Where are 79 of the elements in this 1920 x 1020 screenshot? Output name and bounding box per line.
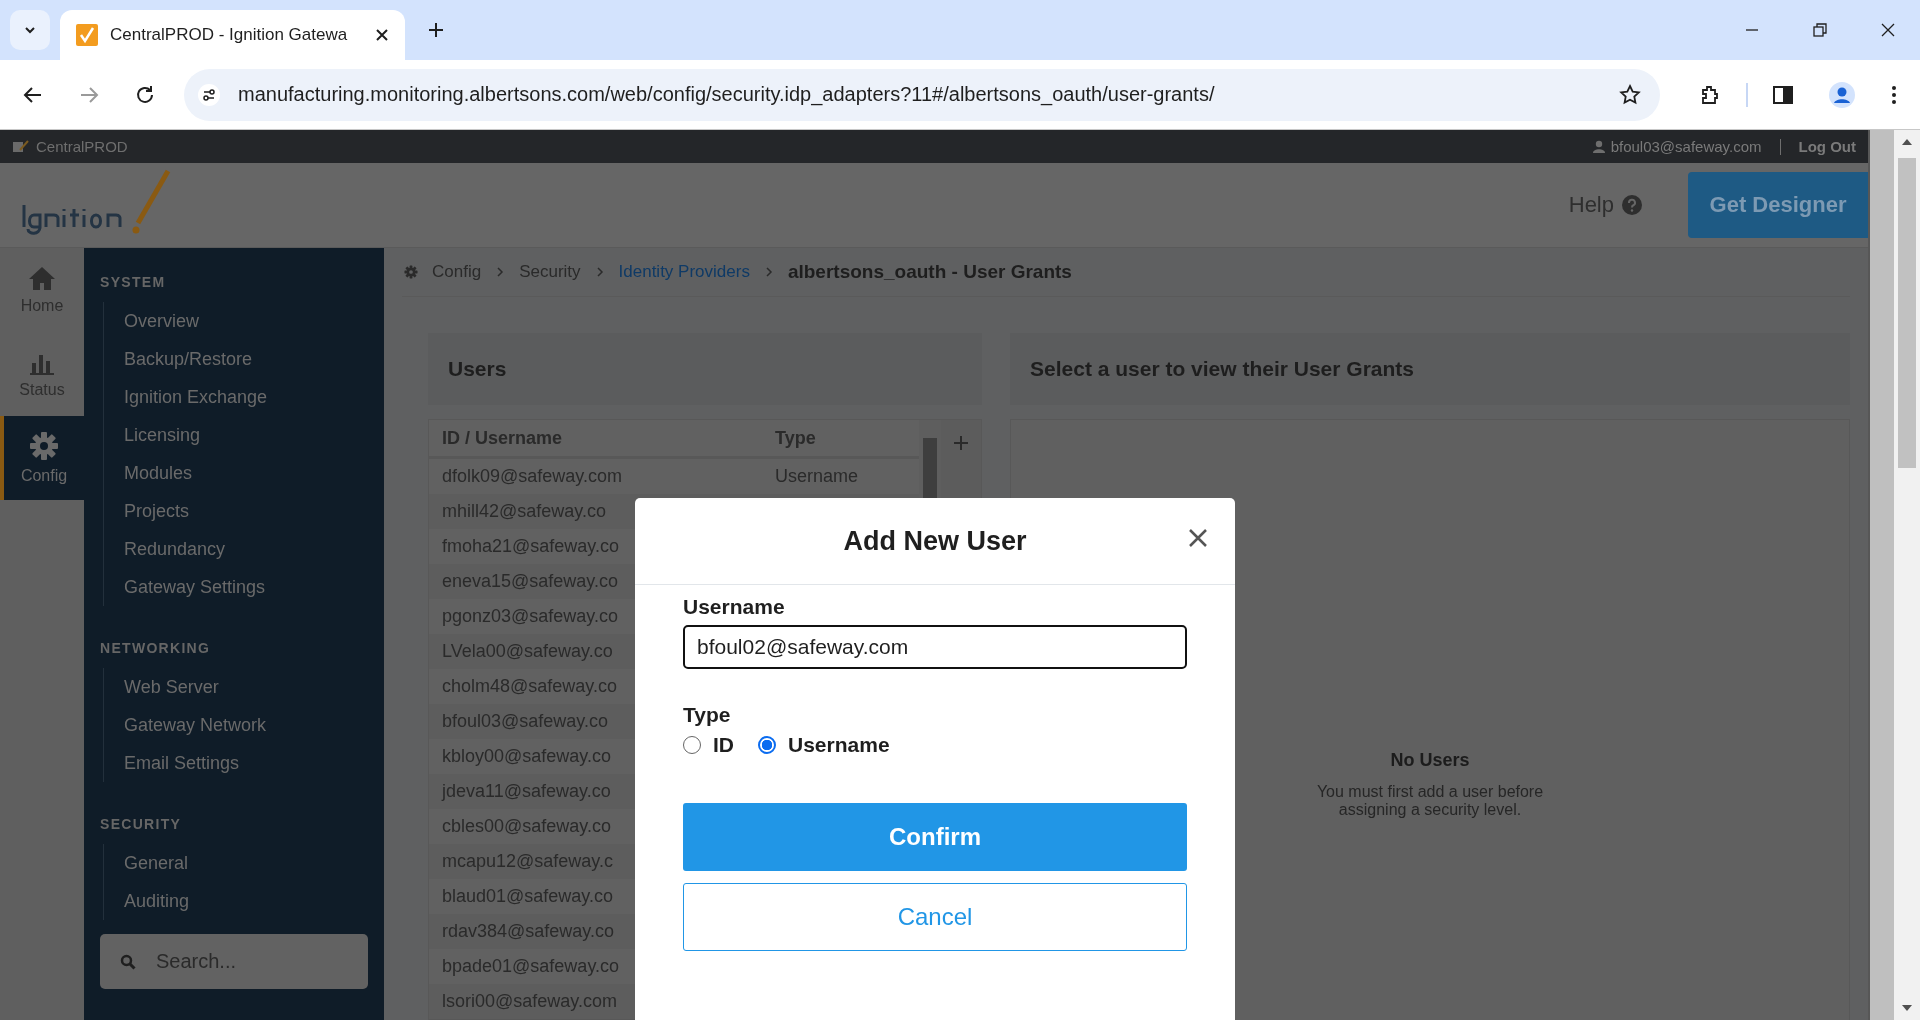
breadcrumb-link[interactable]: Security xyxy=(519,262,581,282)
reload-icon[interactable] xyxy=(134,83,156,106)
nav-section-title: SYSTEM xyxy=(100,274,167,290)
close-icon[interactable] xyxy=(1187,527,1209,549)
nav-item[interactable]: Auditing xyxy=(124,882,368,920)
nav-item[interactable]: Ignition Exchange xyxy=(124,378,368,416)
gateway-icon xyxy=(12,139,30,154)
tab-title: CentralPROD - Ignition Gatewa xyxy=(110,25,349,45)
profile-avatar-icon[interactable] xyxy=(1828,80,1856,109)
settings-icon xyxy=(29,431,59,461)
close-icon[interactable] xyxy=(375,28,389,42)
column-header: Type xyxy=(775,427,816,449)
nav-item[interactable]: Redundancy xyxy=(124,530,368,568)
nav-item[interactable]: Modules xyxy=(124,454,368,492)
user-name: bfoul03@safeway.com xyxy=(1610,138,1762,155)
get-designer-button[interactable]: Get Designer xyxy=(1688,172,1868,238)
table-cell: blaud01@safeway.co xyxy=(442,886,614,906)
table-cell: cholm48@safeway.co xyxy=(442,676,618,696)
chevron-right-icon xyxy=(594,266,605,278)
column-header: ID / Username xyxy=(442,427,563,448)
radio-label[interactable]: Username xyxy=(788,733,890,757)
nav-section-title: NETWORKING xyxy=(100,640,212,656)
table-cell: Username xyxy=(775,466,859,487)
chevron-right-icon xyxy=(763,266,774,278)
home-icon xyxy=(28,265,56,291)
radio-label[interactable]: ID xyxy=(713,733,734,757)
favicon-icon xyxy=(76,24,98,46)
rail-nav-item[interactable]: Config xyxy=(0,416,84,500)
radio-button[interactable] xyxy=(758,736,776,754)
empty-state-title: No Users xyxy=(1390,750,1470,771)
settings-icon xyxy=(404,265,418,279)
search-icon xyxy=(120,954,136,970)
nav-item[interactable]: Projects xyxy=(124,492,368,530)
browser-tab[interactable]: CentralPROD - Ignition Gatewa xyxy=(60,10,405,60)
table-cell: dfolk09@safeway.com xyxy=(442,466,623,486)
user-icon xyxy=(1592,140,1605,153)
panel-title: Select a user to view their User Grants xyxy=(1030,357,1414,381)
scroll-down-icon[interactable] xyxy=(1901,1004,1913,1012)
nav-item[interactable]: Gateway Settings xyxy=(124,568,368,606)
field-label: Username xyxy=(683,595,786,619)
help-icon[interactable] xyxy=(1622,195,1642,215)
table-cell: cbles00@safeway.co xyxy=(442,816,612,836)
cancel-button[interactable]: Cancel xyxy=(683,883,1187,951)
dialog-title: Add New User xyxy=(843,525,1027,557)
bookmark-star-icon[interactable] xyxy=(1618,82,1642,107)
nav-item[interactable]: Licensing xyxy=(124,416,368,454)
scrollbar[interactable] xyxy=(1868,130,1894,1020)
nav-item[interactable]: General xyxy=(124,844,368,882)
search-field[interactable]: Search... xyxy=(100,934,368,989)
address-bar[interactable]: manufacturing.monitoring.albertsons.com/web/config/security.idp_adapters?11#/albertsons_oauth/user-grants/ xyxy=(184,68,1660,121)
site-settings-icon[interactable] xyxy=(198,83,220,106)
username-field[interactable]: bfoul02@safeway.com xyxy=(683,625,1187,669)
logout-link[interactable]: Log Out xyxy=(1798,138,1856,155)
scrollbar[interactable] xyxy=(1894,130,1920,1020)
close-icon[interactable] xyxy=(1880,22,1896,38)
nav-item[interactable]: Web Server xyxy=(124,668,368,706)
restore-icon[interactable] xyxy=(1812,22,1828,38)
table-cell: kbloy00@safeway.co xyxy=(442,746,612,766)
field-label: Type xyxy=(683,703,732,727)
new-tab-icon[interactable] xyxy=(427,21,445,39)
nav-item[interactable]: Overview xyxy=(124,302,368,340)
confirm-button[interactable]: Confirm xyxy=(683,803,1187,871)
scrollbar-thumb[interactable] xyxy=(1898,158,1916,468)
side-panel-icon[interactable] xyxy=(1772,83,1794,106)
table-cell: pgonz03@safeway.co xyxy=(442,606,619,626)
gateway-name: CentralPROD xyxy=(36,138,128,155)
nav-item[interactable]: Backup/Restore xyxy=(124,340,368,378)
page-title: albertsons_oauth - User Grants xyxy=(787,261,1072,283)
panel-title: Users xyxy=(448,357,507,381)
empty-state-message: You must first add a user before assigning a security level. xyxy=(1315,783,1545,819)
help-link[interactable]: Help xyxy=(1568,192,1614,218)
table-cell: bpade01@safeway.co xyxy=(442,956,620,976)
scroll-up-icon[interactable] xyxy=(1901,138,1913,146)
breadcrumb-link[interactable]: Identity Providers xyxy=(618,262,750,282)
nav-item[interactable]: Email Settings xyxy=(124,744,368,782)
chevron-right-icon xyxy=(495,266,506,278)
nav-section-title: SECURITY xyxy=(100,816,183,832)
table-cell: fmoha21@safeway.co xyxy=(442,536,620,556)
nav-item[interactable]: Gateway Network xyxy=(124,706,368,744)
